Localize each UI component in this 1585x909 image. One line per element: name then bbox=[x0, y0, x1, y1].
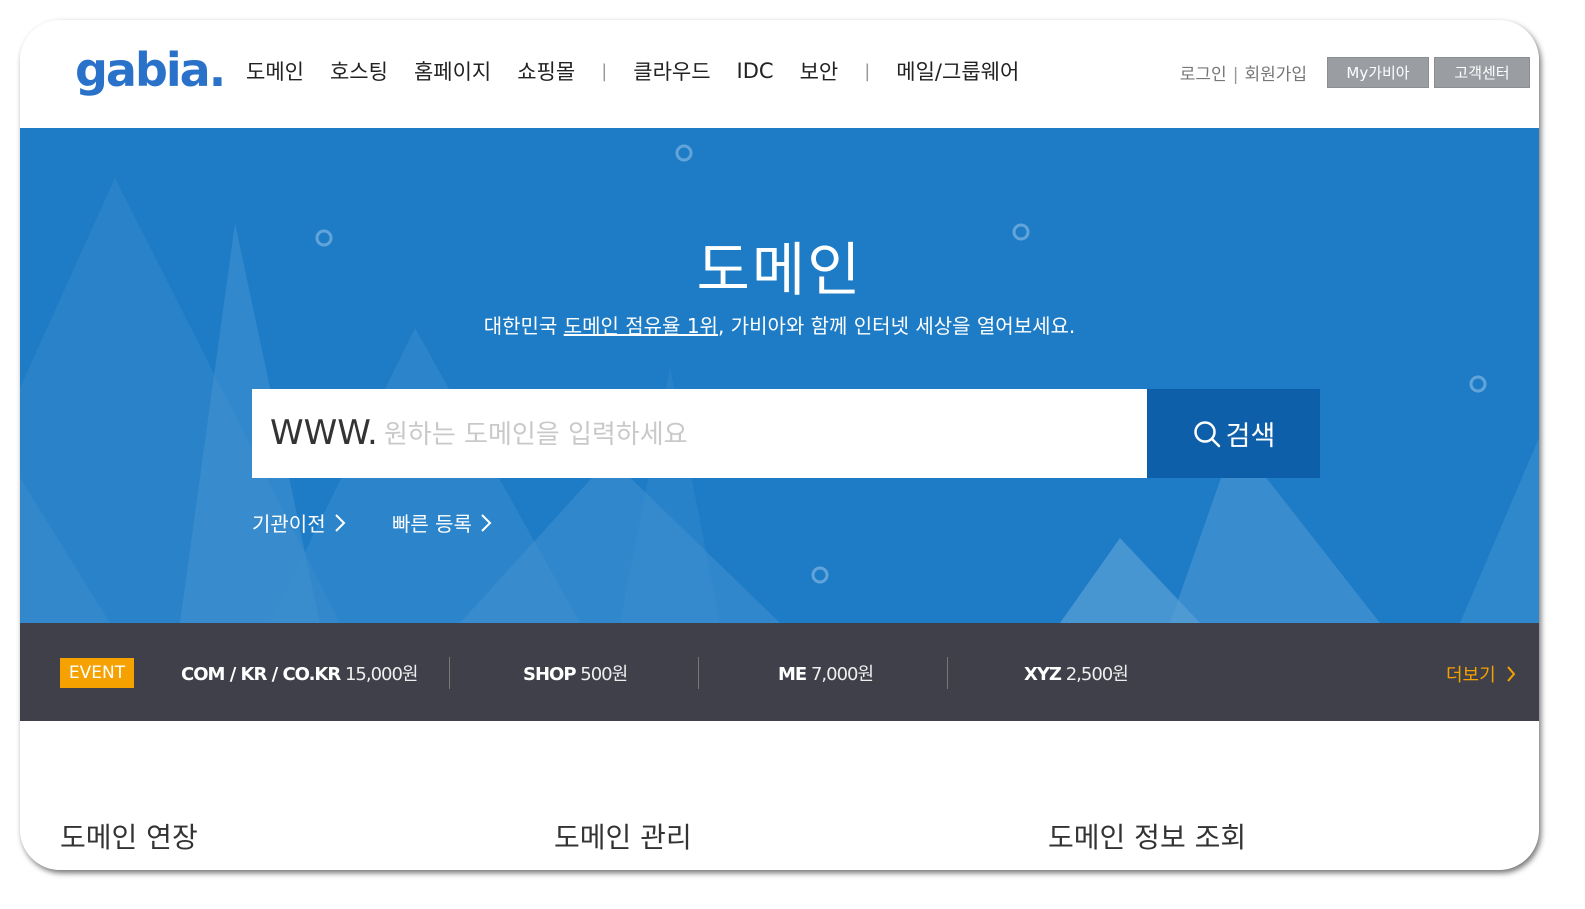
nav-item-hosting[interactable]: 호스팅 bbox=[330, 56, 388, 86]
nav-item-domain[interactable]: 도메인 bbox=[246, 56, 304, 86]
nav-item-idc[interactable]: IDC bbox=[737, 59, 774, 83]
search-button[interactable]: 검색 bbox=[1147, 389, 1320, 478]
event-item-me[interactable]: ME 7,000원 bbox=[778, 660, 874, 686]
more-label: 더보기 bbox=[1446, 665, 1496, 686]
nav-item-homepage[interactable]: 홈페이지 bbox=[414, 56, 491, 86]
hero-quick-links: 기관이전 빠른 등록 bbox=[252, 508, 532, 537]
event-separator bbox=[947, 657, 948, 689]
gabia-logo[interactable]: gabia. bbox=[75, 40, 226, 100]
nav-item-cloud[interactable]: 클라우드 bbox=[633, 56, 710, 86]
quick-register-label: 빠른 등록 bbox=[391, 512, 472, 536]
www-prefix: WWW. bbox=[270, 413, 378, 453]
nav-separator: | bbox=[601, 60, 608, 82]
hero-subtitle-link[interactable]: 도메인 점유율 1위 bbox=[564, 314, 718, 338]
hero-banner: 도메인 대한민국 도메인 점유율 1위, 가비아와 함께 인터넷 세상을 열어보… bbox=[20, 128, 1539, 623]
section-domain-renewal[interactable]: 도메인 연장 bbox=[60, 816, 198, 856]
section-domain-management[interactable]: 도메인 관리 bbox=[554, 816, 692, 856]
customer-center-button[interactable]: 고객센터 bbox=[1434, 57, 1530, 88]
agency-transfer-link[interactable]: 기관이전 bbox=[252, 508, 346, 537]
header: gabia. 도메인 호스팅 홈페이지 쇼핑몰 | 클라우드 IDC 보안 | … bbox=[20, 20, 1539, 128]
event-badge: EVENT bbox=[60, 658, 134, 688]
chevron-right-icon bbox=[334, 513, 346, 532]
event-separator bbox=[698, 657, 699, 689]
event-item-name: COM / KR / CO.KR bbox=[181, 664, 341, 685]
search-icon bbox=[1193, 420, 1220, 447]
page-frame: gabia. 도메인 호스팅 홈페이지 쇼핑몰 | 클라우드 IDC 보안 | … bbox=[20, 20, 1539, 870]
nav-item-shoppingmall[interactable]: 쇼핑몰 bbox=[517, 56, 575, 86]
nav-item-security[interactable]: 보안 bbox=[800, 56, 839, 86]
agency-transfer-label: 기관이전 bbox=[252, 512, 326, 536]
section-domain-info-lookup[interactable]: 도메인 정보 조회 bbox=[1048, 816, 1246, 856]
chevron-right-icon bbox=[481, 513, 492, 532]
event-item-price: 500원 bbox=[580, 664, 628, 685]
event-item-com-kr[interactable]: COM / KR / CO.KR 15,000원 bbox=[181, 660, 418, 686]
more-events-link[interactable]: 더보기 bbox=[1446, 661, 1516, 687]
event-item-name: SHOP bbox=[523, 664, 577, 685]
hero-background-art bbox=[20, 144, 1539, 623]
event-item-price: 7,000원 bbox=[810, 664, 874, 685]
login-link[interactable]: 로그인 bbox=[1180, 65, 1227, 85]
user-links: 로그인 | 회원가입 bbox=[1180, 60, 1307, 85]
hero-subtitle: 대한민국 도메인 점유율 1위, 가비아와 함께 인터넷 세상을 열어보세요. bbox=[20, 310, 1539, 339]
event-separator bbox=[449, 657, 450, 689]
nav-item-mail-groupware[interactable]: 메일/그룹웨어 bbox=[896, 56, 1019, 86]
search-button-label: 검색 bbox=[1225, 421, 1276, 452]
util-separator: | bbox=[1232, 65, 1239, 85]
main-nav: 도메인 호스팅 홈페이지 쇼핑몰 | 클라우드 IDC 보안 | 메일/그룹웨어 bbox=[246, 56, 1045, 86]
hero-subtitle-post: , 가비아와 함께 인터넷 세상을 열어보세요. bbox=[717, 314, 1076, 338]
event-item-price: 2,500원 bbox=[1065, 664, 1129, 685]
event-item-name: ME bbox=[778, 664, 807, 685]
my-gabia-button[interactable]: My가비아 bbox=[1327, 57, 1429, 88]
hero-subtitle-pre: 대한민국 bbox=[483, 314, 564, 338]
domain-search-input[interactable] bbox=[382, 409, 1126, 461]
domain-search-box: WWW. bbox=[252, 389, 1147, 478]
signup-link[interactable]: 회원가입 bbox=[1244, 65, 1307, 85]
event-item-shop[interactable]: SHOP 500원 bbox=[523, 660, 628, 686]
event-bar: EVENT COM / KR / CO.KR 15,000원 SHOP 500원… bbox=[20, 623, 1539, 721]
hero-title: 도메인 bbox=[696, 236, 863, 304]
nav-separator: | bbox=[864, 60, 871, 82]
chevron-right-icon bbox=[1506, 666, 1516, 682]
quick-register-link[interactable]: 빠른 등록 bbox=[392, 508, 492, 537]
event-item-price: 15,000원 bbox=[344, 664, 419, 685]
event-item-xyz[interactable]: XYZ 2,500원 bbox=[1024, 660, 1129, 686]
event-item-name: XYZ bbox=[1024, 664, 1062, 685]
